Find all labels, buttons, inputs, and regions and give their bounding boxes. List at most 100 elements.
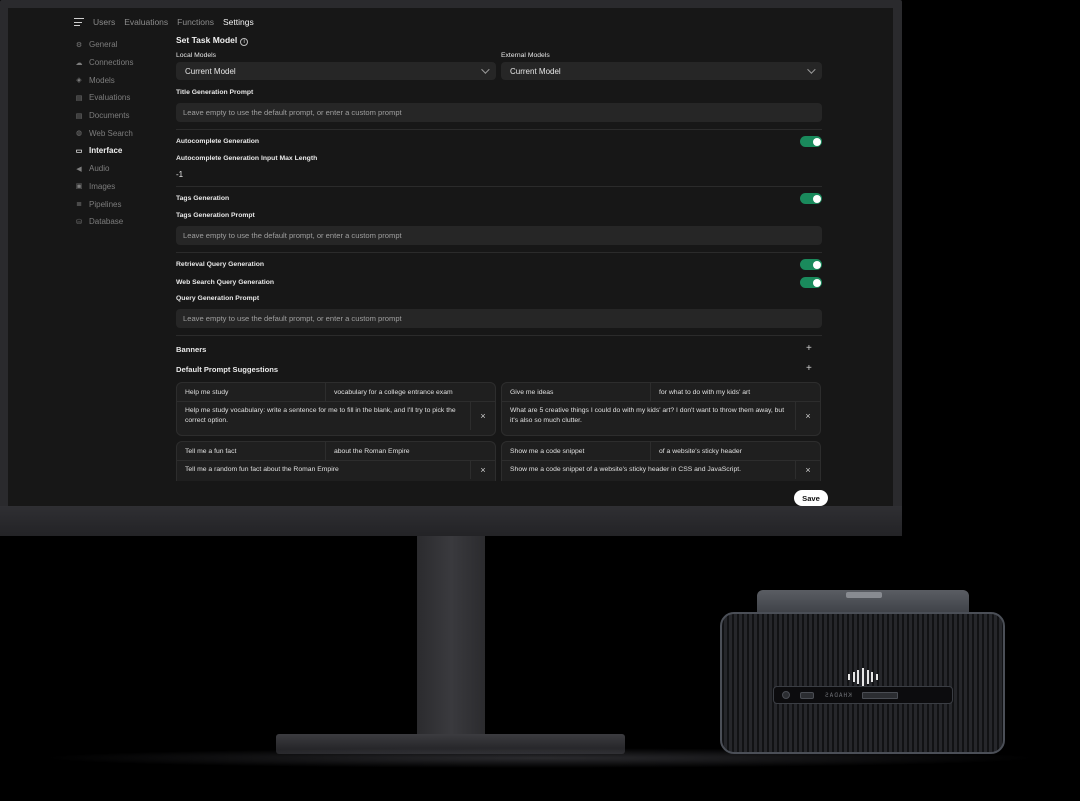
sidebar-item-models[interactable]: ◈ Models xyxy=(75,71,165,89)
tags-generation-toggle[interactable] xyxy=(800,193,822,204)
interface-settings: Set Task Model i Local Models Current Mod… xyxy=(176,8,826,506)
sidebar-item-web-search[interactable]: ◍ Web Search xyxy=(75,124,165,142)
suggestion-title[interactable]: Give me ideas xyxy=(502,383,651,401)
speaker-icon: ◀ xyxy=(76,165,82,173)
sidebar-item-label: Models xyxy=(89,75,115,85)
web-search-query-label: Web Search Query Generation xyxy=(176,279,275,286)
sidebar-item-label: Evaluations xyxy=(89,93,131,103)
suggestion-card: Give me ideas for what to do with my kid… xyxy=(501,382,821,436)
suggestion-card: Help me study vocabulary for a college e… xyxy=(176,382,496,436)
chevron-down-icon xyxy=(807,65,816,74)
local-models-value: Current Model xyxy=(185,66,236,76)
globe-icon: ◍ xyxy=(75,130,83,138)
query-prompt-label: Query Generation Prompt xyxy=(176,295,260,302)
sidebar-item-label: Web Search xyxy=(89,128,133,138)
suggestion-card: Tell me a fun fact about the Roman Empir… xyxy=(176,441,496,481)
external-models-label: External Models xyxy=(501,52,550,59)
khadas-logo-icon xyxy=(848,668,878,686)
divider xyxy=(176,252,822,253)
mini-pc-notch xyxy=(846,592,882,598)
retrieval-query-label: Retrieval Query Generation xyxy=(176,261,265,268)
banners-label: Banners xyxy=(176,345,207,354)
add-suggestion-button[interactable]: + xyxy=(806,363,812,374)
set-task-model-title: Set Task Model xyxy=(176,35,238,45)
sidebar-item-label: Documents xyxy=(89,111,130,121)
suggestion-title[interactable]: Tell me a fun fact xyxy=(177,442,326,460)
tags-generation-label: Tags Generation xyxy=(176,195,230,202)
card-slot-icon xyxy=(861,691,898,699)
cube-icon: ◈ xyxy=(76,77,82,85)
screen: Users Evaluations Functions Settings ⚙ G… xyxy=(8,8,893,506)
sidebar-item-label: Connections xyxy=(89,58,134,68)
autocomplete-toggle[interactable] xyxy=(800,136,822,147)
title-generation-input[interactable]: Leave empty to use the default prompt, o… xyxy=(176,103,822,122)
suggestion-subtitle[interactable]: for what to do with my kids' art xyxy=(651,383,820,401)
sidebar-item-evaluations[interactable]: ▤ Evaluations xyxy=(75,89,165,107)
prompt-suggestions-label: Default Prompt Suggestions xyxy=(176,365,279,374)
suggestion-card: Show me a code snippet of a website's st… xyxy=(501,441,821,481)
suggestion-subtitle[interactable]: about the Roman Empire xyxy=(326,442,495,460)
image-icon: ▣ xyxy=(75,183,83,191)
sidebar-item-documents[interactable]: ▤ Documents xyxy=(75,107,165,125)
power-button-icon xyxy=(782,691,790,699)
monitor-bezel xyxy=(0,506,902,536)
cloud-icon: ☁ xyxy=(75,59,83,67)
chevron-down-icon xyxy=(481,65,490,74)
local-models-label: Local Models xyxy=(176,52,217,59)
usb-c-port-icon xyxy=(800,691,814,699)
autocomplete-max-length-input[interactable]: -1 xyxy=(176,170,183,179)
sidebar-item-audio[interactable]: ◀ Audio xyxy=(75,160,165,178)
divider xyxy=(176,129,822,130)
sidebar-item-general[interactable]: ⚙ General xyxy=(75,36,165,54)
info-icon[interactable]: i xyxy=(240,38,249,46)
local-models-select[interactable]: Current Model xyxy=(176,62,496,80)
monitor-icon: ▭ xyxy=(75,147,83,155)
suggestion-subtitle[interactable]: of a website's sticky header xyxy=(651,442,820,460)
sidebar-item-database[interactable]: ⛁ Database xyxy=(75,213,165,231)
monitor-stand xyxy=(417,536,485,736)
suggestion-content[interactable]: Help me study vocabulary: write a senten… xyxy=(177,402,471,430)
autocomplete-label: Autocomplete Generation xyxy=(176,138,260,145)
remove-suggestion-button[interactable]: × xyxy=(471,402,495,430)
add-banner-button[interactable]: + xyxy=(806,343,812,354)
retrieval-query-toggle[interactable] xyxy=(800,259,822,270)
suggestion-title[interactable]: Help me study xyxy=(177,383,326,401)
query-prompt-input[interactable]: Leave empty to use the default prompt, o… xyxy=(176,309,822,328)
layers-icon: ≣ xyxy=(76,201,82,209)
tags-prompt-input[interactable]: Leave empty to use the default prompt, o… xyxy=(176,226,822,245)
sidebar-item-pipelines[interactable]: ≣ Pipelines xyxy=(75,195,165,213)
device-brand: KHADAS xyxy=(824,691,852,699)
document-icon: ▤ xyxy=(75,112,83,120)
sidebar-item-label: Database xyxy=(89,217,124,227)
tab-evaluations[interactable]: Evaluations xyxy=(124,17,168,27)
mini-pc-ports: KHADAS xyxy=(773,686,953,704)
menu-icon[interactable] xyxy=(74,18,84,26)
tags-prompt-label: Tags Generation Prompt xyxy=(176,212,255,219)
database-icon: ⛁ xyxy=(76,218,82,226)
sidebar-item-images[interactable]: ▣ Images xyxy=(75,178,165,196)
sidebar-item-label: Audio xyxy=(89,164,110,174)
remove-suggestion-button[interactable]: × xyxy=(796,402,820,430)
suggestion-title[interactable]: Show me a code snippet xyxy=(502,442,651,460)
divider xyxy=(176,186,822,187)
sidebar-item-interface[interactable]: ▭ Interface xyxy=(75,142,165,160)
web-search-query-toggle[interactable] xyxy=(800,277,822,288)
external-models-select[interactable]: Current Model xyxy=(501,62,822,80)
autocomplete-max-length-label: Autocomplete Generation Input Max Length xyxy=(176,155,318,162)
sidebar-item-connections[interactable]: ☁ Connections xyxy=(75,54,165,72)
divider xyxy=(176,335,822,336)
suggestion-content[interactable]: What are 5 creative things I could do wi… xyxy=(502,402,796,430)
tab-users[interactable]: Users xyxy=(93,17,115,27)
set-task-model-heading: Set Task Model i xyxy=(176,35,249,46)
sidebar-item-label: Interface xyxy=(89,146,123,156)
sidebar-item-label: Images xyxy=(89,181,116,191)
sidebar-item-label: Pipelines xyxy=(89,199,122,209)
save-button[interactable]: Save xyxy=(794,490,828,506)
remove-suggestion-button[interactable]: × xyxy=(796,461,820,479)
remove-suggestion-button[interactable]: × xyxy=(471,461,495,479)
title-generation-label: Title Generation Prompt xyxy=(176,89,254,96)
gear-icon: ⚙ xyxy=(75,41,83,49)
suggestion-subtitle[interactable]: vocabulary for a college entrance exam xyxy=(326,383,495,401)
suggestion-content[interactable]: Show me a code snippet of a website's st… xyxy=(502,461,796,479)
suggestion-content[interactable]: Tell me a random fun fact about the Roma… xyxy=(177,461,471,479)
